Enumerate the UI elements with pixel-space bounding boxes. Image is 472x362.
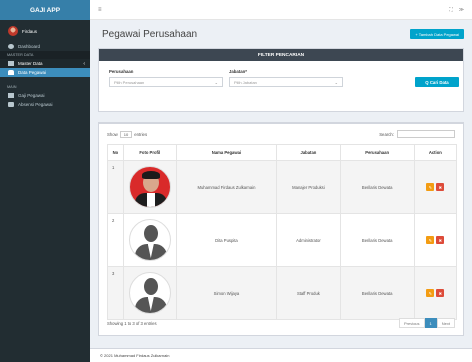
menu-toggle-icon[interactable]: ≡ [98,7,102,13]
sidebar-header-main: MAIN [7,85,17,89]
book-icon [8,61,14,66]
table-search: Search: [379,130,455,138]
column-header-nama[interactable]: Nama Pegawai [175,144,278,161]
user-avatar [8,26,18,36]
page-1-button[interactable]: 1 [424,318,437,328]
photo-cell [122,213,177,267]
sidebar-item-gaji-pegawai[interactable]: Gaji Pegawai [0,91,90,100]
sidebar-item-dashboard[interactable]: Dashboard [0,42,90,51]
chevron-down-icon: ⌄ [214,80,218,85]
row-number: 3 [107,266,124,320]
trash-icon[interactable]: ✖ [436,289,445,297]
sidebar-item-data-pegawai[interactable]: Data Pegawai [0,68,90,77]
table-row: 2 Dita Puspita Administrator Berilaris D… [107,213,458,267]
photo-cell [122,160,177,214]
employee-table: No Foto Profil Nama Pegawai Jabatan Peru… [107,144,458,320]
sidebar-item-label: Absensi Pegawai [18,102,53,107]
action-cell: ✎ ✖ [413,160,458,214]
sidebar-item-label: Data Pegawai [18,70,47,75]
money-icon [8,93,14,98]
perusahaan-placeholder: Pilih Perusahaan [114,79,145,85]
sidebar-item-absensi-pegawai[interactable]: Absensi Pegawai [0,100,90,109]
users-icon [8,70,14,75]
show-label: Show [107,131,118,137]
previous-page-button[interactable]: Previous [398,318,425,328]
sidebar-item-label: Gaji Pegawai [18,93,45,98]
control-sidebar-icon[interactable]: ≫ [459,7,464,13]
action-cell: ✎ ✖ [413,213,458,267]
employee-company: Berilaris Dewata [339,213,415,267]
sidebar-header-master: MASTER DATA [0,51,90,59]
show-entries: Show 10 entries [107,130,148,138]
action-cell: ✎ ✖ [413,266,458,320]
column-header-perusahaan[interactable]: Perusahaan [339,144,415,161]
filter-body: Perusahaan Pilih Perusahaan ⌄ Jabatan* P… [99,61,463,113]
page-header: Pegawai Perusahaan + Tambah Data Pegawai [90,20,472,48]
dashboard-icon [8,44,14,49]
employee-name: Dita Puspita [175,213,278,267]
column-header-no[interactable]: No [107,144,124,161]
sidebar-item-label: Master Data [18,61,43,66]
sidebar-item-master-data[interactable]: Master Data ‹ [0,59,90,68]
jabatan-label: Jabatan* [229,69,247,74]
perusahaan-select[interactable]: Pilih Perusahaan ⌄ [109,77,223,87]
employee-name: Muhammad Firdaus Zulkarnain [175,160,278,214]
employee-company: Berilaris Dewata [339,160,415,214]
page-footer: © 2021 Muhammad Firdaus Zulkarnain [90,348,472,362]
default-avatar-icon [128,272,171,314]
jabatan-placeholder: Pilih Jabatan [234,79,257,85]
footer-text: © 2021 Muhammad Firdaus Zulkarnain [100,353,170,358]
content-area: Pegawai Perusahaan + Tambah Data Pegawai… [90,20,472,362]
table-row: 3 Simon Wijaya Staff Produk Berilaris De… [107,266,458,320]
employee-position: Staff Produk [276,266,341,320]
table-info: Showing 1 to 3 of 3 entries [107,320,157,326]
chevron-left-icon: ‹ [83,60,85,67]
edit-icon[interactable]: ✎ [426,289,435,297]
search-label: Search: [379,131,394,137]
app-brand[interactable]: GAJI APP [0,0,90,20]
employee-position: Manajer Produksi [276,160,341,214]
table-footer: Showing 1 to 3 of 3 entries Previous 1 N… [107,317,455,329]
employee-table-panel: Show 10 entries Search: No Foto Profil N… [98,122,464,336]
chevron-down-icon: ⌄ [334,80,338,85]
column-header-foto[interactable]: Foto Profil [122,144,177,161]
pagination: Previous 1 Next [398,318,455,328]
edit-icon[interactable]: ✎ [426,236,435,244]
column-header-action[interactable]: Action [413,144,458,161]
row-number: 1 [107,160,124,214]
jabatan-select[interactable]: Pilih Jabatan ⌄ [229,77,343,87]
trash-icon[interactable]: ✖ [436,183,445,191]
employee-position: Administrator [276,213,341,267]
user-panel: Firdaus [0,20,90,42]
sidebar: GAJI APP Firdaus Dashboard MASTER DATA M… [0,0,90,362]
edit-icon[interactable]: ✎ [426,183,435,191]
next-page-button[interactable]: Next [436,318,455,328]
table-controls: Show 10 entries Search: [99,124,463,144]
fullscreen-icon[interactable]: ⛶ [449,7,453,13]
search-input[interactable] [397,130,455,138]
column-header-jabatan[interactable]: Jabatan [276,144,341,161]
trash-icon[interactable]: ✖ [436,236,445,244]
filter-header: FILTER PENCARIAN [99,49,463,61]
profile-photo [128,166,171,208]
add-employee-button[interactable]: + Tambah Data Pegawai [410,29,464,39]
user-name: Firdaus [22,28,38,34]
entries-select[interactable]: 10 [119,130,133,138]
page-title: Pegawai Perusahaan [102,28,198,40]
default-avatar-icon [128,219,171,261]
sidebar-item-label: Dashboard [18,44,41,49]
entries-label: entries [134,131,148,137]
row-number: 2 [107,213,124,267]
employee-company: Berilaris Dewata [339,266,415,320]
employee-name: Simon Wijaya [175,266,278,320]
table-row: 1 Muhammad Firdaus Zulkarnain Manajer Pr… [107,160,458,214]
photo-cell [122,266,177,320]
search-data-button[interactable]: Q Cari Data [415,77,459,87]
top-navbar: ≡ ⛶ ≫ [90,0,472,20]
wallet-icon [8,102,14,107]
table-header-row: No Foto Profil Nama Pegawai Jabatan Peru… [107,144,458,161]
filter-panel: FILTER PENCARIAN Perusahaan Pilih Perusa… [98,48,464,112]
perusahaan-label: Perusahaan [109,69,134,74]
